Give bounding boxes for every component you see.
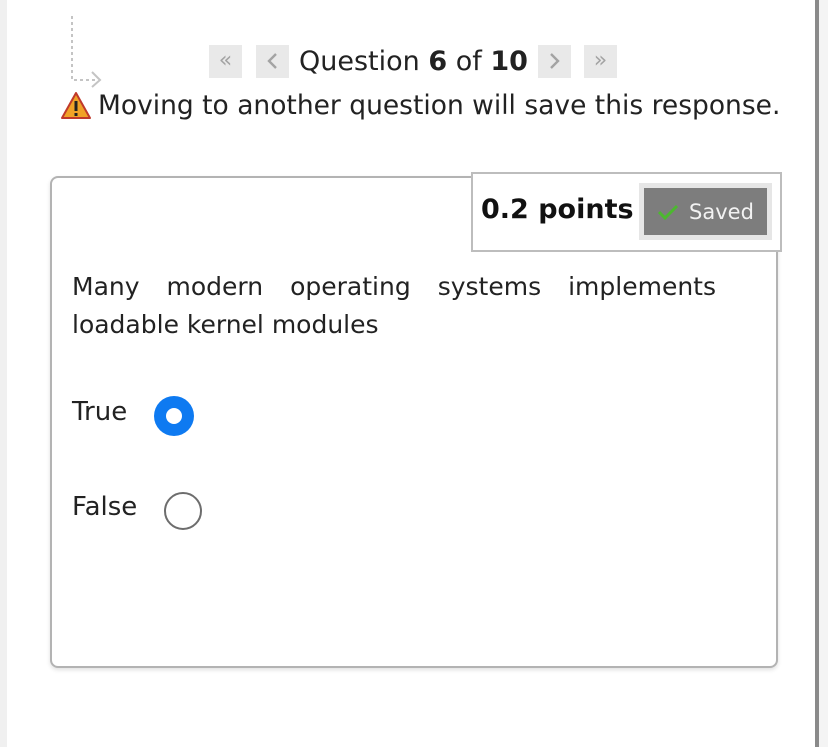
save-warning: Moving to another question will save thi…: [60, 90, 780, 121]
saved-button[interactable]: Saved: [639, 183, 772, 240]
double-chevron-left-icon: «: [218, 48, 233, 73]
option-false-label: False: [72, 492, 138, 522]
current-question-number: 6: [428, 45, 448, 77]
question-counter-prefix: Question: [299, 45, 420, 77]
chevron-right-icon: [550, 53, 561, 69]
left-edge: [0, 0, 7, 747]
saved-indicator: Saved: [644, 188, 767, 235]
radio-true[interactable]: [154, 396, 195, 436]
checkmark-icon: [657, 204, 679, 220]
double-chevron-right-icon: »: [593, 48, 608, 73]
question-pager: « Question 6 of 10 »: [209, 44, 617, 78]
points-box: 0.2 points Saved: [471, 172, 782, 252]
question-counter: Question 6 of 10: [299, 46, 528, 77]
radio-false[interactable]: [164, 492, 203, 530]
option-true-label: True: [72, 397, 128, 427]
option-false[interactable]: False: [72, 484, 203, 530]
warning-triangle-icon: [61, 91, 91, 119]
saved-label: Saved: [689, 199, 754, 224]
previous-question-button[interactable]: [256, 44, 289, 78]
radio-dot: [166, 408, 183, 424]
question-counter-of: of: [455, 45, 482, 77]
total-question-number: 10: [490, 45, 528, 77]
question-text: Many modern operating systems implements…: [72, 272, 716, 339]
warning-text: Moving to another question will save thi…: [98, 90, 781, 121]
points-label: 0.2 points: [481, 194, 634, 225]
chevron-left-icon: [266, 53, 277, 69]
first-question-button[interactable]: «: [209, 44, 242, 78]
last-question-button[interactable]: »: [583, 44, 617, 78]
return-arrow-icon: [71, 16, 102, 88]
option-true[interactable]: True: [72, 388, 195, 436]
next-question-button[interactable]: [537, 44, 571, 78]
scrollbar[interactable]: [815, 0, 828, 747]
